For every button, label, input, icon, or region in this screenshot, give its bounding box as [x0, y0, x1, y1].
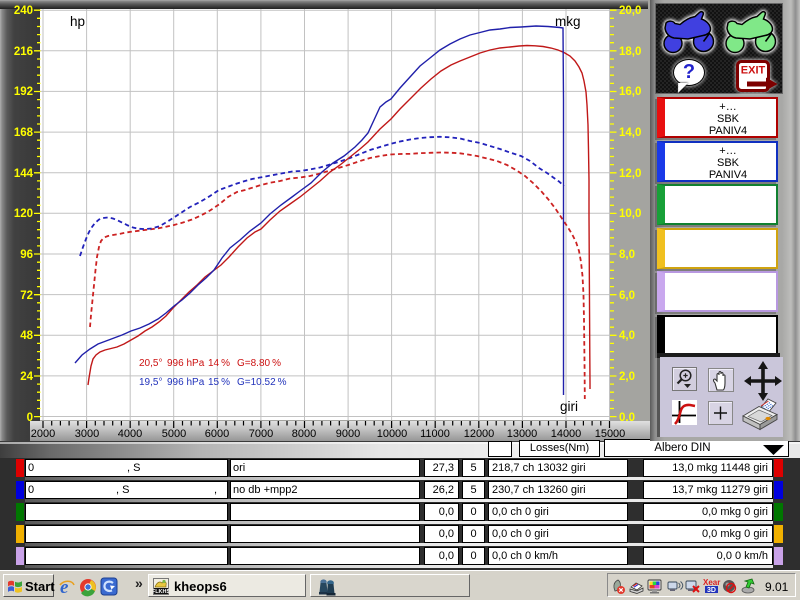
svg-text:Xear: Xear [703, 578, 720, 587]
svg-text:FLKHS: FLKHS [153, 589, 169, 595]
svg-text:e: e [60, 577, 69, 598]
svg-text:EXIT: EXIT [741, 65, 766, 77]
svg-text:3D: 3D [707, 587, 716, 594]
